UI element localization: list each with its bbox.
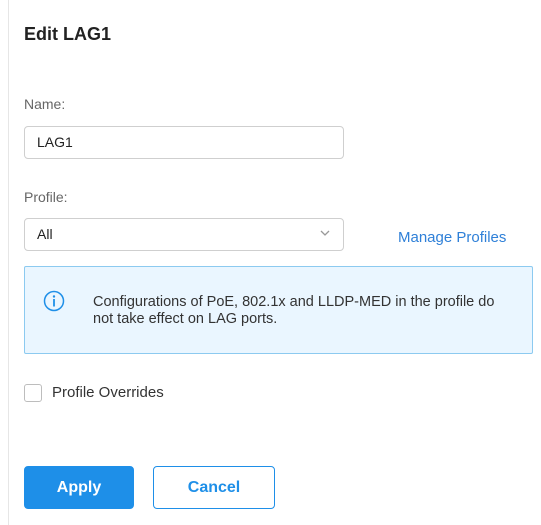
profile-select[interactable]: All bbox=[24, 218, 344, 251]
chevron-down-icon bbox=[320, 230, 330, 236]
apply-button[interactable]: Apply bbox=[24, 466, 134, 509]
panel-title: Edit LAG1 bbox=[24, 24, 112, 44]
profile-select-value: All bbox=[37, 226, 53, 242]
info-notice: Configurations of PoE, 802.1x and LLDP-M… bbox=[24, 266, 533, 354]
name-input-value: LAG1 bbox=[37, 134, 73, 150]
edit-lag-panel: Edit LAG1 Name: LAG1 Profile: All Manage… bbox=[8, 0, 541, 525]
cancel-button[interactable]: Cancel bbox=[153, 466, 275, 509]
info-circle-icon bbox=[43, 290, 65, 312]
name-label: Name: bbox=[24, 96, 66, 112]
manage-profiles-link[interactable]: Manage Profiles bbox=[398, 229, 506, 246]
profile-overrides-checkbox[interactable] bbox=[24, 384, 42, 402]
profile-label: Profile: bbox=[24, 189, 68, 205]
name-input[interactable]: LAG1 bbox=[24, 126, 344, 159]
profile-overrides-label: Profile Overrides bbox=[52, 384, 164, 401]
info-text: Configurations of PoE, 802.1x and LLDP-M… bbox=[93, 294, 495, 327]
